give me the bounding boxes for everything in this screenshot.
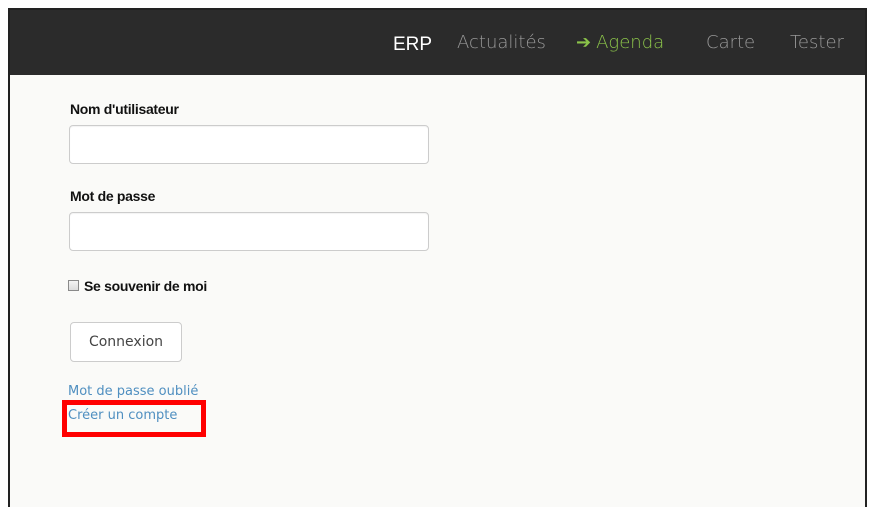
connexion-button[interactable]: Connexion [70,322,182,362]
remember-me-checkbox[interactable] [68,280,79,291]
nav-item-actualites[interactable]: Actualités [457,34,546,52]
top-navbar: ERP Actualités ➔ Agenda Carte Tester [10,10,865,75]
username-field[interactable] [69,125,429,164]
username-label: Nom d'utilisateur [70,101,179,117]
password-label: Mot de passe [70,188,156,204]
browser-viewport: ERP Actualités ➔ Agenda Carte Tester Nom … [8,8,867,507]
nav-item-agenda[interactable]: ➔ Agenda [576,34,664,52]
create-account-link[interactable]: Créer un compte [68,408,177,423]
remember-me-label[interactable]: Se souvenir de moi [84,278,207,294]
arrow-right-icon: ➔ [576,32,592,53]
forgot-password-link[interactable]: Mot de passe oublié [68,384,198,399]
nav-item-tester[interactable]: Tester [790,34,844,52]
password-field[interactable] [69,212,429,251]
nav-brand-erp[interactable]: ERP [393,35,432,54]
nav-item-agenda-label: Agenda [596,32,665,53]
nav-item-carte[interactable]: Carte [706,34,755,52]
